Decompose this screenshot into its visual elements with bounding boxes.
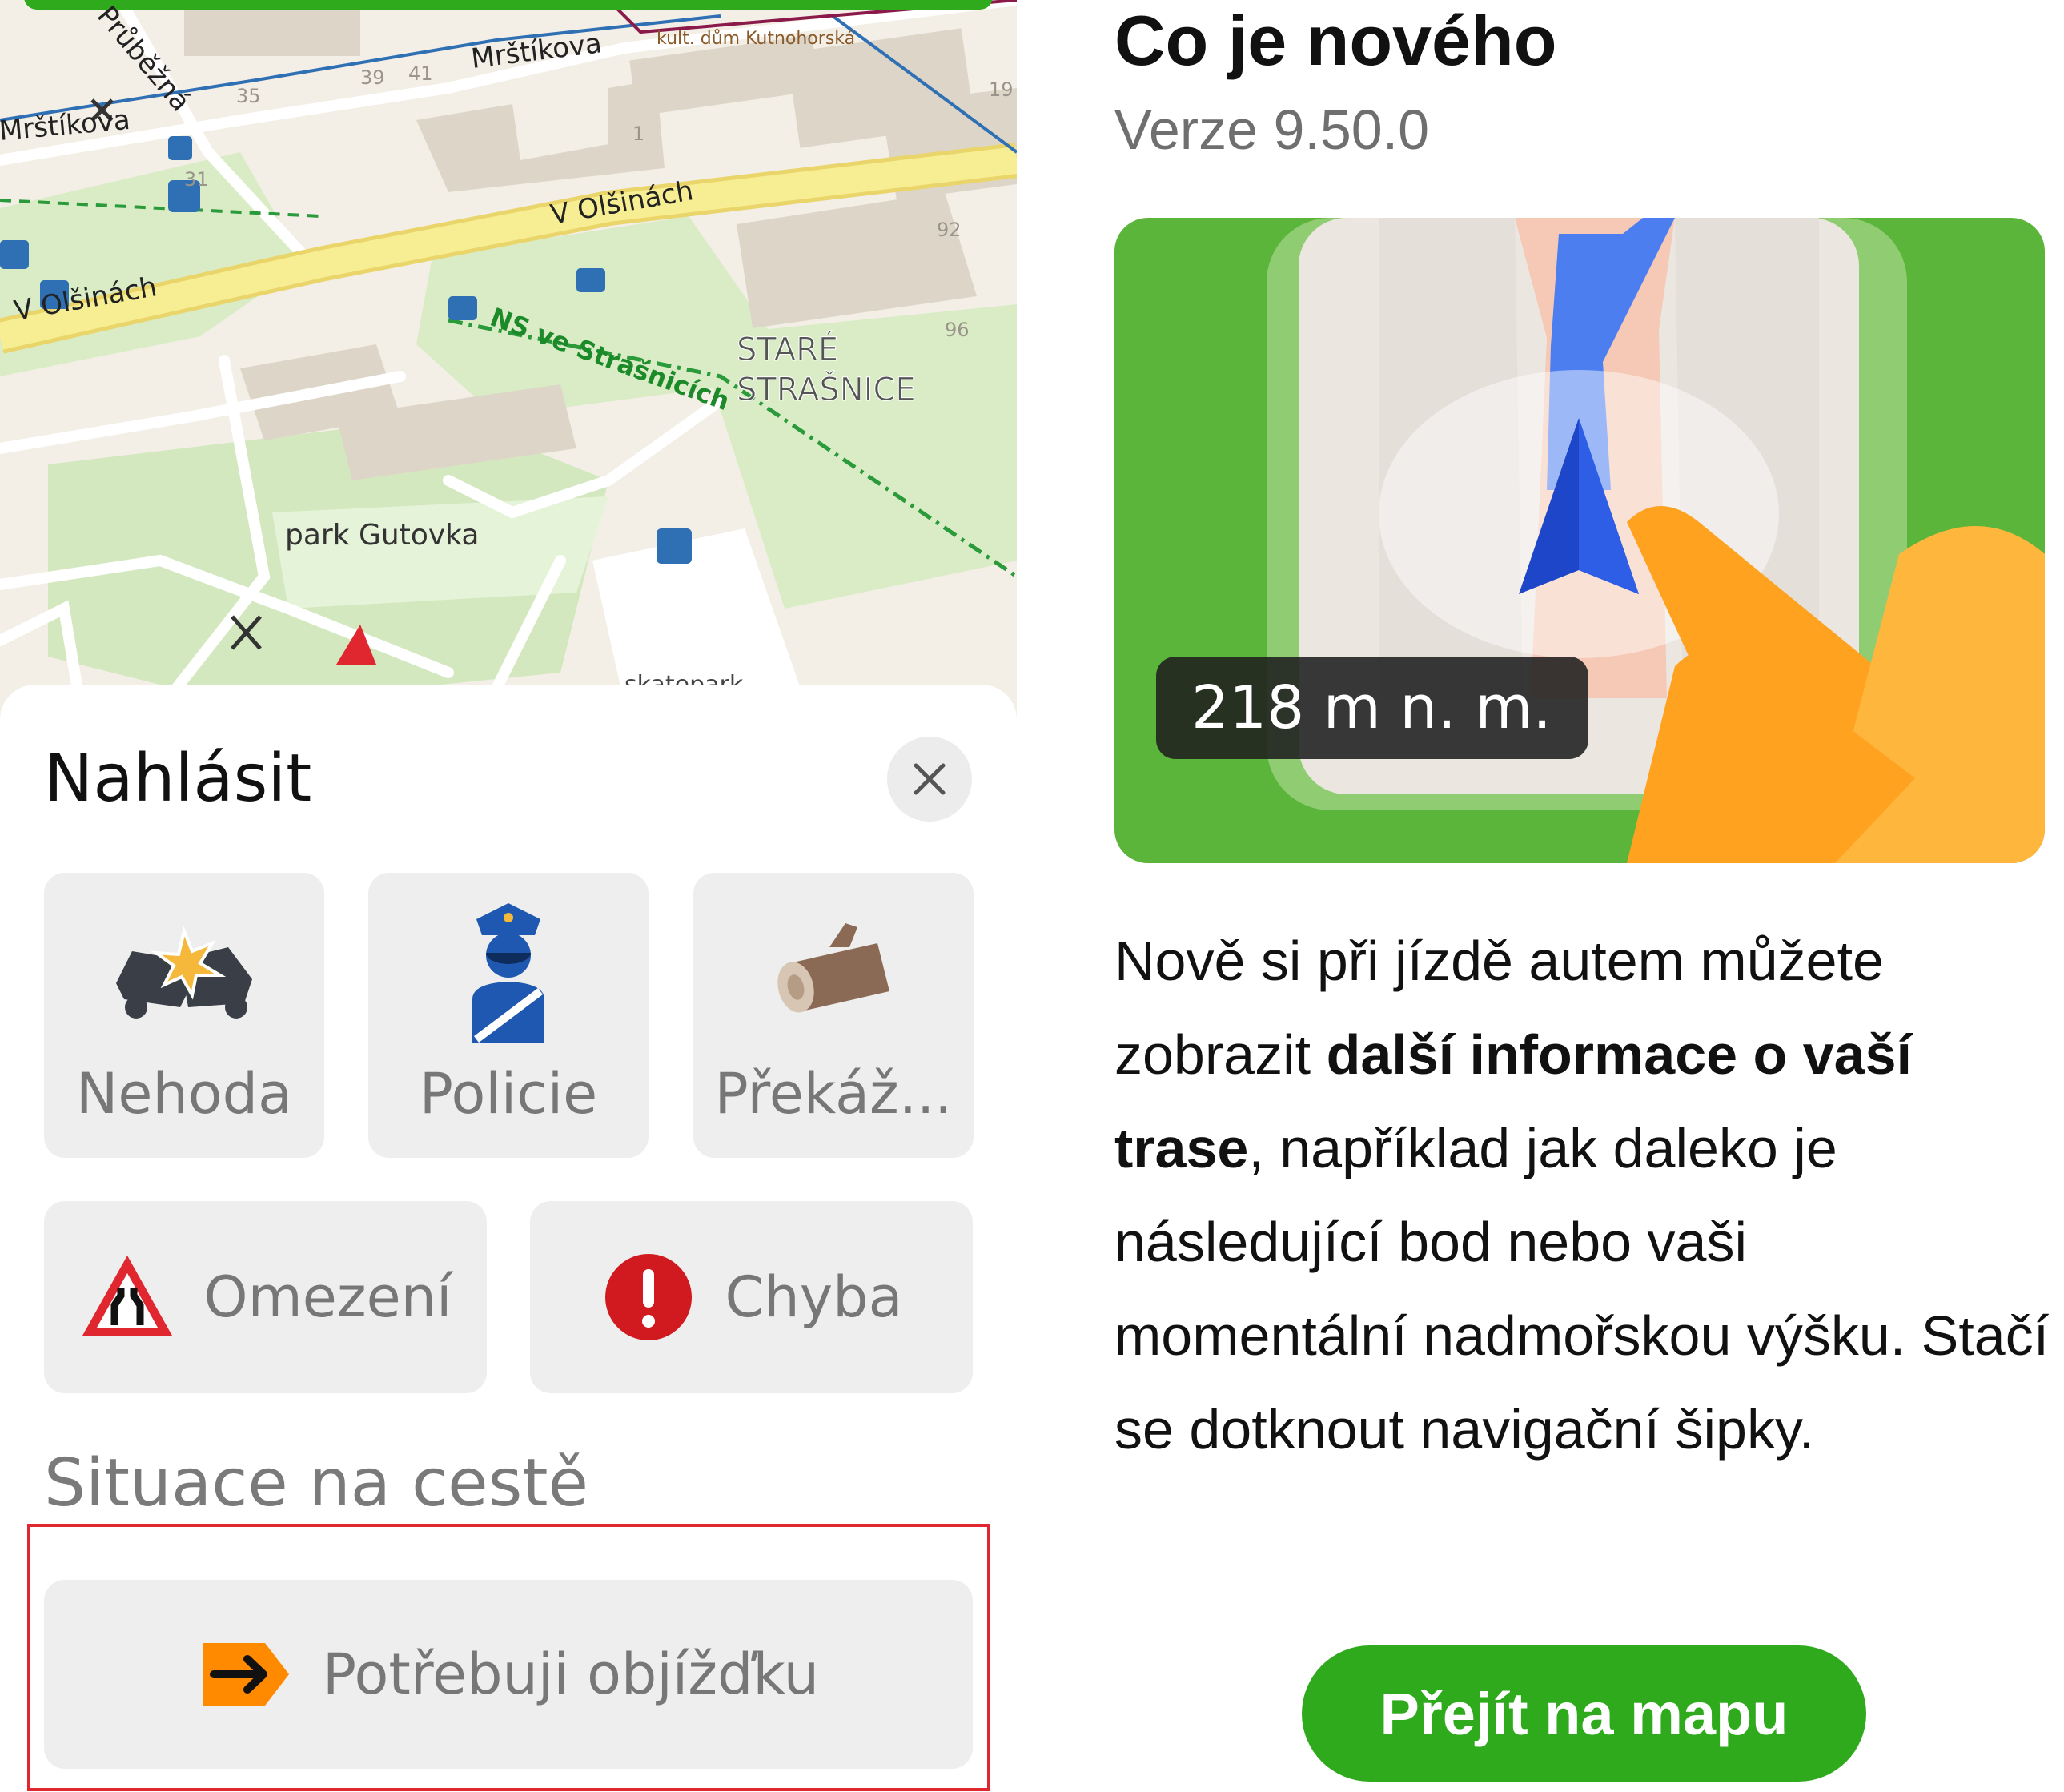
house-number: 41 [408,62,433,85]
tile-label: Nehoda [76,1061,292,1127]
tile-label: Policie [419,1061,598,1127]
whats-new-screen: Co je nového Verze 9.50.0 218 m n. m. No… [1017,0,2064,1792]
map-view[interactable]: Mrštíkova Mrštíkova Průběžná V Olšinách … [0,0,1017,721]
altitude-badge: 218 m n. m. [1191,673,1552,742]
sheet-title: Nahlásit [44,741,312,817]
house-number: 96 [945,319,970,341]
detour-arrow-icon [202,1643,289,1706]
district-label: STRAŠNICE [737,370,916,408]
tile-label: Chyba [725,1264,903,1330]
house-number: 39 [360,66,385,89]
left-screen: Mrštíkova Mrštíkova Průběžná V Olšinách … [0,0,1017,1792]
go-to-map-button[interactable]: Přejít na mapu [1302,1645,1866,1782]
house-number: 31 [184,168,209,191]
report-accident-button[interactable]: Nehoda [44,873,324,1158]
report-restriction-button[interactable]: Omezení [44,1201,487,1393]
report-obstacle-button[interactable]: Překáž... [693,873,974,1158]
report-police-button[interactable]: Policie [368,873,649,1158]
whats-new-title: Co je nového [1114,1,1557,80]
poi-label: kult. dům Kutnohorská [657,29,855,49]
log-obstacle-icon [777,923,889,1013]
description-text: , například jak daleko je následující bo… [1114,1117,2050,1461]
district-label: STARÉ [737,330,838,368]
section-heading: Situace na cestě [44,1445,588,1521]
version-label: Verze 9.50.0 [1114,98,1430,161]
road-narrows-icon [82,1256,172,1336]
feature-description: Nově si při jízdě autem můžete zobrazit … [1114,914,2051,1477]
tile-label: Překáž... [714,1061,953,1127]
house-number: 1 [632,123,644,145]
detour-request-button[interactable]: Potřebuji objížďku [44,1580,973,1769]
park-label: park Gutovka [285,519,479,552]
close-button[interactable] [887,737,972,822]
car-crash-icon [116,926,252,1019]
detour-label: Potřebuji objížďku [322,1641,820,1707]
house-number: 35 [236,85,261,107]
house-number: 19 [989,78,1014,101]
close-icon [914,763,946,795]
house-number: 92 [937,219,962,241]
error-icon [604,1254,692,1340]
report-sheet: Nahlásit Nehoda Policie Překáž... Omezen… [0,685,1017,1792]
tile-label: Omezení [203,1264,452,1330]
feature-illustration: 218 m n. m. [1114,218,2045,863]
police-officer-icon [472,903,544,1043]
report-error-button[interactable]: Chyba [530,1201,973,1393]
